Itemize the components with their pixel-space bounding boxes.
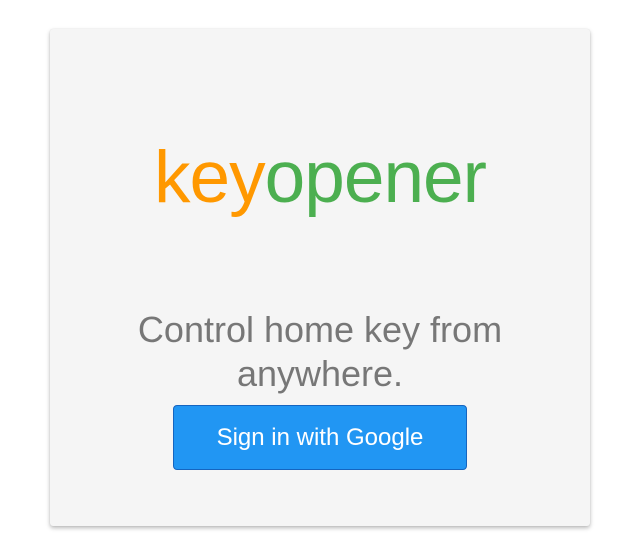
tagline: Control home key from anywhere. xyxy=(137,309,503,394)
logo-part-key: key xyxy=(154,137,266,218)
app-logo: keyopener xyxy=(50,141,590,214)
sign-in-with-google-button[interactable]: Sign in with Google xyxy=(173,405,467,470)
logo-part-opener: opener xyxy=(264,137,487,218)
